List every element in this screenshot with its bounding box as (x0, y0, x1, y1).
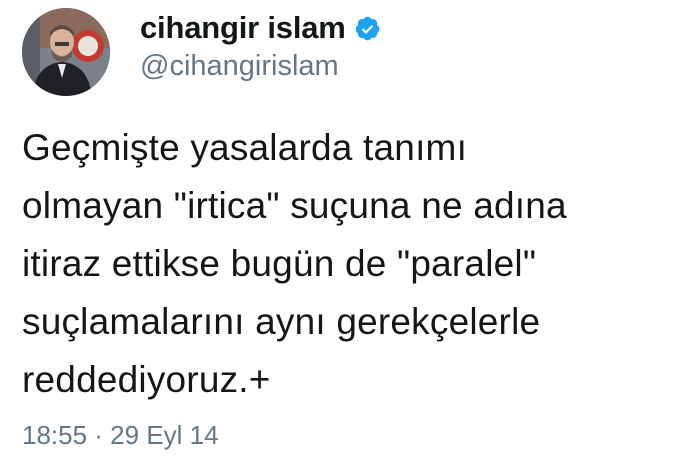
tweet-text-line: Geçmişte yasalarda tanımı (22, 127, 468, 168)
tweet-text-line: olmayan "irtica" suçuna ne adına (22, 185, 567, 226)
tweet-timestamp[interactable]: 18:55 · 29 Eyl 14 (22, 420, 219, 451)
avatar-photo-icon (22, 8, 110, 96)
author-name-row[interactable]: cihangir islam (140, 6, 381, 50)
author-display-name[interactable]: cihangir islam (140, 10, 346, 46)
tweet-text-line: suçlamalarını aynı gerekçelerle (22, 301, 541, 342)
verified-badge-icon (354, 15, 381, 42)
author-avatar[interactable] (22, 8, 110, 96)
author-handle[interactable]: @cihangirislam (140, 50, 339, 83)
tweet-card: cihangir islam @cihangirislam Geçmişte y… (0, 0, 696, 460)
tweet-text-line: itiraz ettikse bugün de "paralel" (22, 243, 537, 284)
tweet-text: Geçmişte yasalarda tanımı olmayan "irtic… (22, 119, 692, 409)
tweet-text-line: reddediyoruz.+ (22, 359, 271, 400)
